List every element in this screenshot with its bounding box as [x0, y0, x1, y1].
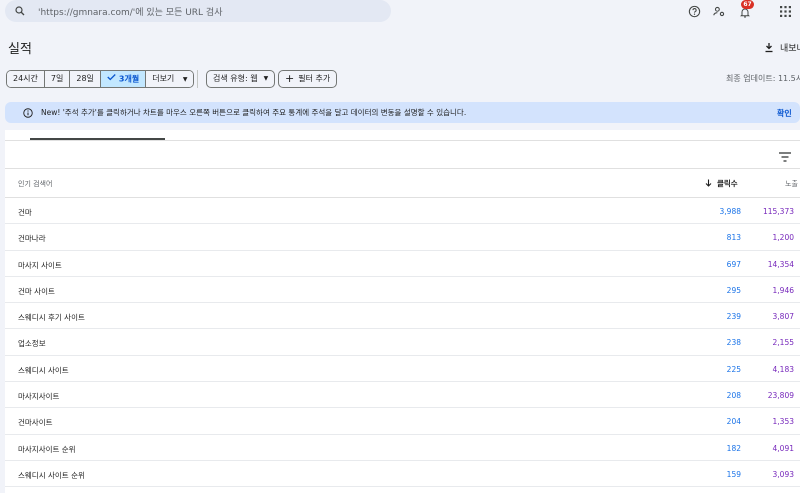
add-filter-label: 필터 추가	[298, 74, 331, 83]
table-row[interactable]: 건마 사이트 295 1,946	[5, 276, 800, 304]
range-24h[interactable]: 24시간	[7, 71, 45, 87]
impressions-cell: 14,354	[767, 259, 794, 269]
table-header: 인기 검색어 클릭수 노출	[5, 168, 800, 198]
clicks-cell: 697	[726, 259, 741, 269]
info-banner: New! '주석 추가'를 클릭하거나 차트를 마우스 오른쪽 버튼으로 클릭하…	[5, 102, 800, 123]
query-cell: 건마 사이트	[18, 286, 55, 296]
banner-message: New! '주석 추가'를 클릭하거나 차트를 마우스 오른쪽 버튼으로 클릭하…	[41, 108, 467, 117]
clicks-cell: 159	[726, 469, 741, 479]
clicks-cell: 208	[726, 391, 741, 401]
table-row[interactable]: 스웨디시 사이트 순위 159 3,093	[5, 460, 800, 488]
query-cell: 업소정보	[18, 339, 46, 349]
range-3m-label: 3개월	[118, 74, 140, 84]
url-inspection-search[interactable]: 'https://gmnara.com/'에 있는 모든 URL 검사	[5, 0, 391, 22]
search-type-filter[interactable]: 검색 유형: 웹 ▼	[206, 70, 276, 88]
dropdown-arrow-icon: ▼	[263, 75, 269, 82]
banner-confirm-button[interactable]: 확인	[777, 108, 792, 119]
impressions-cell: 115,373	[762, 207, 794, 216]
last-updated: 최종 업데이트: 11.5시	[726, 74, 800, 83]
date-range-selector: 24시간 7일 28일 3개월 더보기 ▼	[6, 70, 195, 88]
add-filter-button[interactable]: + 필터 추가	[278, 70, 338, 88]
table-body: 건마 3,988 115,373 건마나라 813 1,200 마사지 사이트 697 14…	[5, 198, 800, 488]
col-header-impressions[interactable]: 노출	[785, 179, 798, 189]
impressions-cell: 3,093	[772, 469, 794, 479]
apps-grid-icon[interactable]	[778, 4, 792, 18]
search-icon	[14, 5, 26, 17]
export-button[interactable]: 내보내	[764, 38, 800, 57]
query-cell: 건마	[18, 208, 32, 217]
range-28d[interactable]: 28일	[70, 71, 101, 87]
clicks-cell: 182	[726, 443, 741, 453]
col-header-clicks-label: 클릭수	[717, 179, 738, 188]
query-cell: 마사지사이트	[18, 392, 60, 402]
table-row[interactable]: 스웨디시 사이트 225 4,183	[5, 355, 800, 383]
sort-desc-icon	[705, 179, 712, 189]
range-7d[interactable]: 7일	[44, 71, 71, 87]
page-title: 실적	[8, 42, 32, 57]
top-bar: 'https://gmnara.com/'에 있는 모든 URL 검사 67	[0, 0, 800, 28]
search-placeholder: 'https://gmnara.com/'에 있는 모든 URL 검사	[38, 7, 223, 18]
impressions-cell: 1,353	[772, 417, 794, 427]
query-cell: 스웨디시 사이트 순위	[18, 470, 85, 480]
query-cell: 건마사이트	[18, 418, 53, 428]
clicks-cell: 813	[726, 233, 741, 243]
table-row[interactable]: 건마 3,988 115,373	[5, 198, 800, 225]
impressions-cell: 1,200	[772, 233, 794, 243]
clicks-cell: 238	[726, 338, 741, 348]
filter-divider	[197, 70, 198, 88]
clicks-cell: 295	[726, 285, 741, 295]
tab-divider	[5, 140, 800, 141]
table-row[interactable]: 마사지사이트 순위 182 4,091	[5, 434, 800, 461]
plus-icon: +	[285, 72, 295, 85]
clicks-cell: 204	[726, 417, 741, 427]
impressions-cell: 4,183	[772, 364, 794, 374]
table-row[interactable]: 건마사이트 204 1,353	[5, 408, 800, 435]
download-icon	[764, 38, 774, 57]
range-3m[interactable]: 3개월	[100, 71, 147, 87]
check-icon	[107, 71, 116, 87]
query-cell: 스웨디시 후기 사이트	[18, 313, 85, 323]
impressions-cell: 4,091	[772, 443, 794, 453]
clicks-cell: 225	[726, 364, 741, 374]
impressions-cell: 3,807	[772, 312, 794, 322]
account-settings-icon[interactable]	[712, 4, 726, 18]
info-icon	[23, 103, 33, 122]
filter-rows-icon[interactable]	[779, 147, 791, 162]
col-header-query[interactable]: 인기 검색어	[18, 179, 52, 189]
impressions-cell: 1,946	[772, 285, 794, 295]
query-cell: 스웨디시 사이트	[18, 365, 69, 375]
clicks-cell: 239	[726, 312, 741, 322]
query-cell: 마사지사이트 순위	[18, 444, 76, 454]
impressions-cell: 2,155	[772, 338, 794, 348]
notification-badge: 67	[741, 0, 754, 9]
col-header-clicks[interactable]: 클릭수	[705, 178, 738, 189]
table-row[interactable]: 마사지사이트 208 23,809	[5, 382, 800, 409]
help-icon[interactable]	[687, 4, 701, 18]
search-type-label: 검색 유형: 웹	[213, 74, 258, 83]
query-cell: 건마나라	[18, 234, 46, 244]
export-label: 내보내	[780, 44, 800, 54]
table-row[interactable]: 스웨디시 후기 사이트 239 3,807	[5, 303, 800, 330]
table-row[interactable]: 건마나라 813 1,200	[5, 224, 800, 251]
range-more-label: 더보기	[152, 74, 175, 83]
dropdown-arrow-icon: ▼	[182, 76, 188, 83]
table-row[interactable]: 마사지 사이트 697 14,354	[5, 250, 800, 277]
table-row[interactable]: 업소정보 238 2,155	[5, 329, 800, 356]
impressions-cell: 23,809	[767, 391, 794, 401]
clicks-cell: 3,988	[719, 207, 741, 216]
query-cell: 마사지 사이트	[18, 260, 62, 270]
range-more[interactable]: 더보기 ▼	[146, 71, 194, 87]
